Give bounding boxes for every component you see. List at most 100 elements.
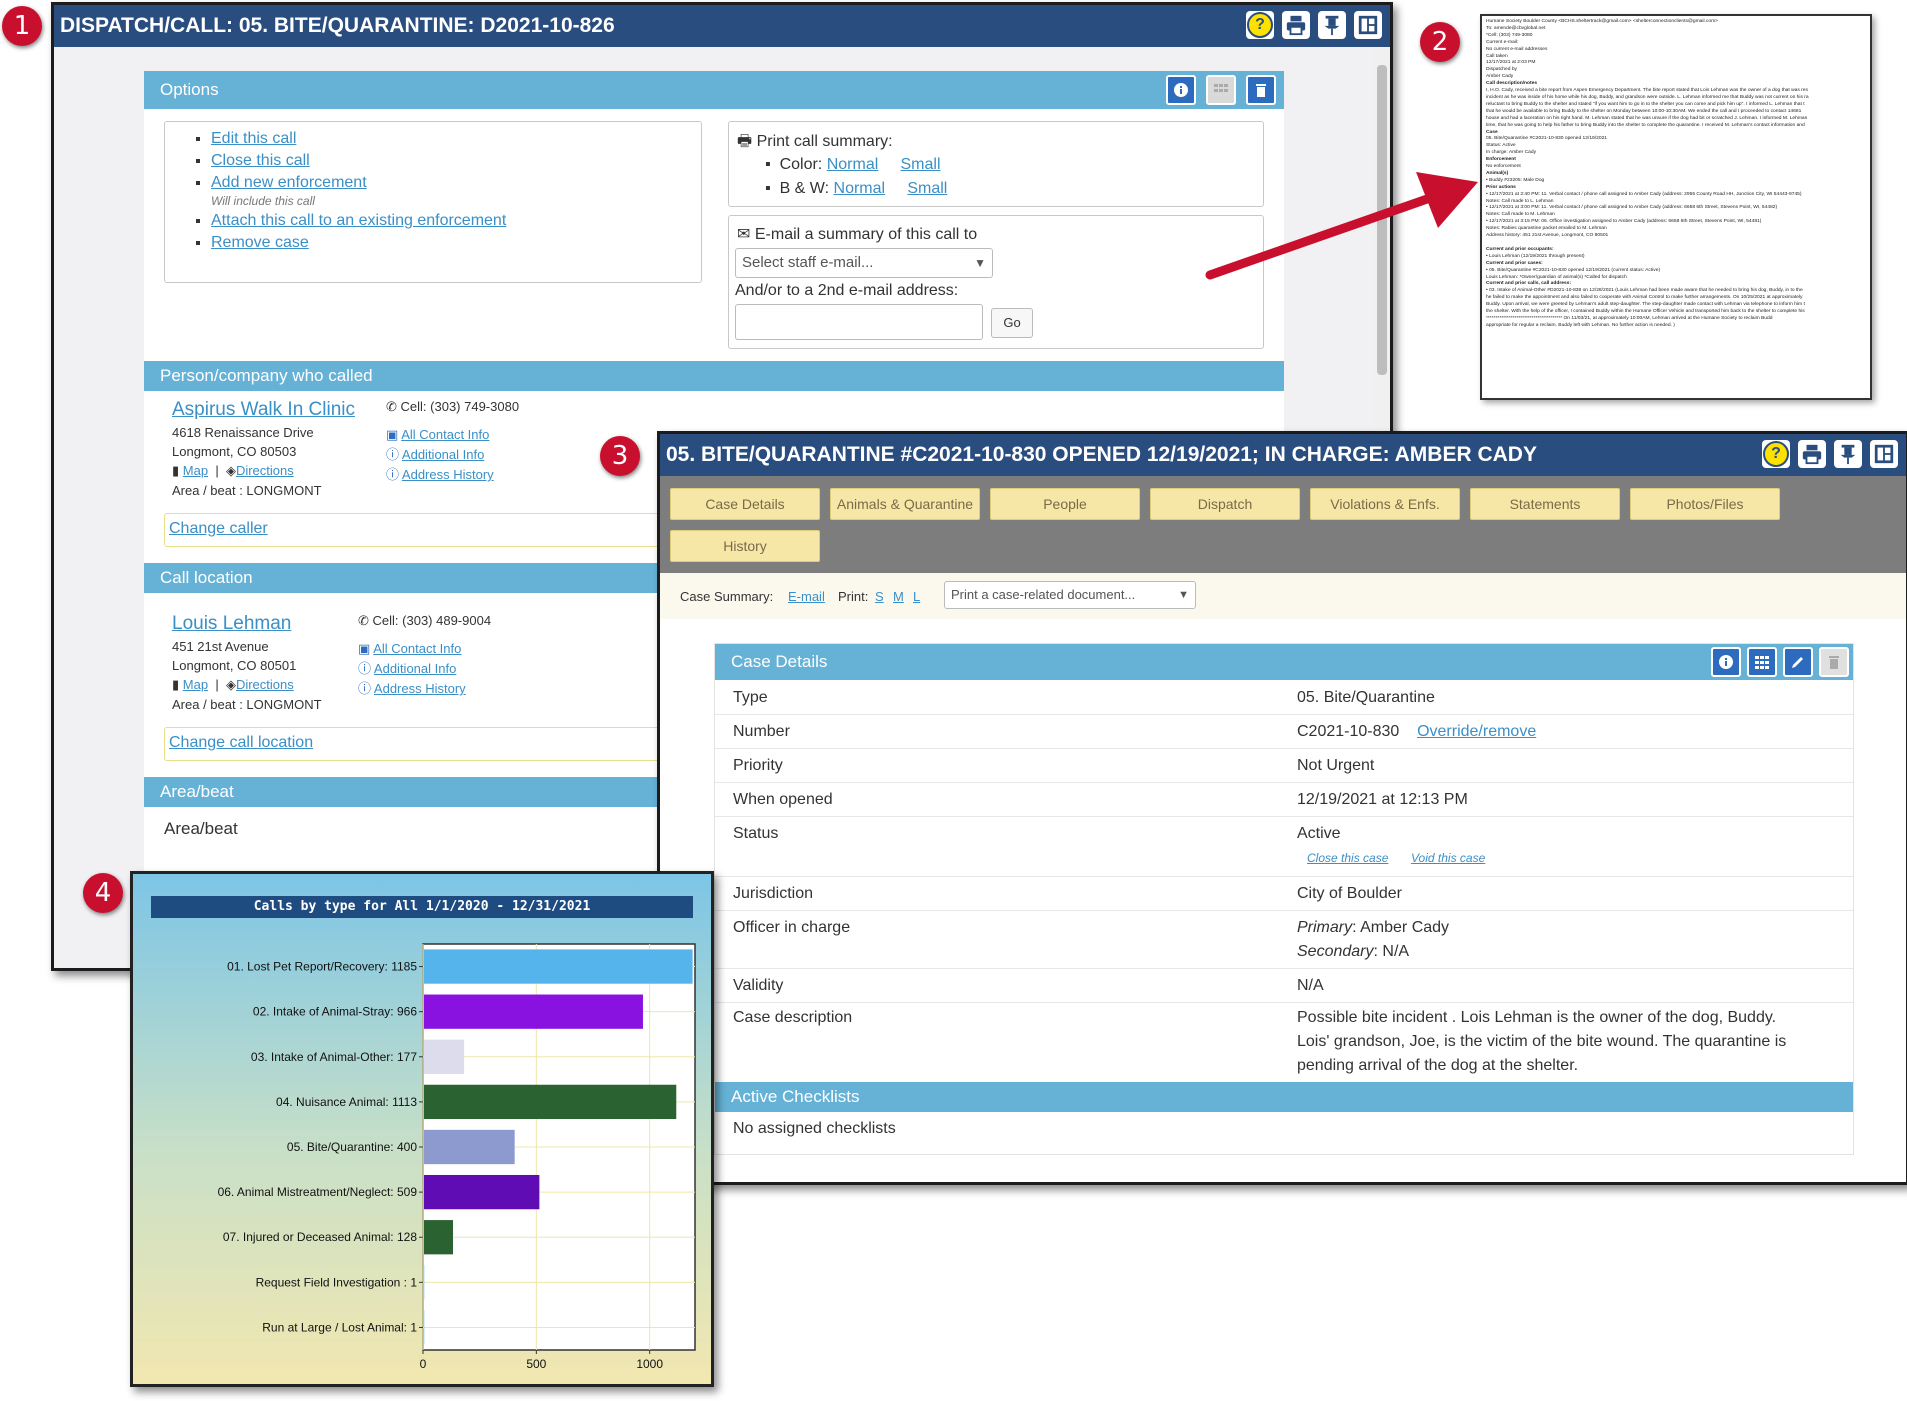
email-line: reluctant to bring Buddy to the shelter …: [1486, 101, 1805, 107]
location-map-link[interactable]: Map: [183, 677, 208, 692]
pin-icon: [1840, 444, 1856, 465]
grid-button[interactable]: [1206, 75, 1236, 105]
row-priority-value: Not Urgent: [1297, 757, 1375, 774]
case-summary-row: Case Summary: E-mail Print: S M L Print …: [660, 573, 1906, 619]
row-description-key: Case description: [733, 1009, 853, 1026]
location-additional-info[interactable]: ⓘ Additional Info: [358, 659, 466, 679]
printer-icon: 🖶: [737, 133, 753, 150]
row-officer-secondary: Secondary: N/A: [1297, 943, 1410, 960]
email-summary-box: ✉ E-mail a summary of this call to Selec…: [728, 215, 1264, 349]
row-validity: Validity N/A: [715, 968, 1853, 1003]
layout-button[interactable]: [1354, 11, 1382, 39]
caller-all-contact-info[interactable]: ▣ All Contact Info: [386, 425, 494, 445]
info-icon: [1174, 83, 1188, 97]
tab-dispatch[interactable]: Dispatch: [1150, 488, 1300, 520]
print-button[interactable]: [1282, 11, 1310, 39]
info-icon: ⓘ: [386, 467, 400, 482]
option-remove-case[interactable]: Remove case: [211, 234, 701, 252]
tab-violations[interactable]: Violations & Enfs.: [1310, 488, 1460, 520]
option-close-call[interactable]: Close this call: [211, 152, 701, 170]
x-tick-label: 0: [420, 1357, 427, 1371]
case-print-m[interactable]: M: [893, 589, 904, 604]
email-line: Humane Society Boulder County <BCHS.shel…: [1486, 19, 1719, 24]
checklists-value: No assigned checklists: [733, 1120, 896, 1137]
row-validity-key: Validity: [733, 977, 784, 994]
change-caller-box[interactable]: Change caller: [164, 513, 686, 547]
delete-button[interactable]: [1819, 647, 1849, 677]
caller-additional-info[interactable]: ⓘ Additional Info: [386, 445, 494, 465]
change-location-link[interactable]: Change call location: [169, 734, 313, 752]
staff-email-select[interactable]: Select staff e-mail... ▼: [735, 248, 993, 278]
help-icon: ?: [1763, 441, 1789, 467]
tab-case-details[interactable]: Case Details: [670, 488, 820, 520]
row-status: Status Active Close this case Void this …: [715, 816, 1853, 877]
layout-button[interactable]: [1870, 440, 1898, 468]
print-color-row: ▪ Color: Normal Small: [765, 156, 941, 173]
close-case-link[interactable]: Close this case: [1307, 851, 1388, 865]
grid-button[interactable]: [1747, 647, 1777, 677]
caller-map-link[interactable]: Map: [183, 463, 208, 478]
row-officer: Officer in charge Primary: Amber Cady Se…: [715, 910, 1853, 969]
case-titlebar: 05. BITE/QUARANTINE #C2021-10-830 OPENED…: [660, 434, 1906, 476]
help-button[interactable]: ?: [1762, 440, 1790, 468]
print-color-normal[interactable]: Normal: [827, 156, 879, 173]
pin-icon: [1324, 15, 1340, 36]
row-status-value: Active: [1297, 825, 1341, 842]
print-button[interactable]: [1798, 440, 1826, 468]
email-line: Dispatched by: [1486, 67, 1517, 73]
case-print-l[interactable]: L: [913, 589, 920, 604]
location-address-history[interactable]: ⓘ Address History: [358, 679, 466, 699]
second-email-input[interactable]: [735, 304, 983, 340]
print-bw-small[interactable]: Small: [907, 180, 947, 197]
print-bw-row: ▪ B & W: Normal Small: [765, 180, 948, 197]
tab-statements[interactable]: Statements: [1470, 488, 1620, 520]
pin-button[interactable]: [1318, 11, 1346, 39]
print-bw-normal[interactable]: Normal: [834, 180, 886, 197]
override-remove-link[interactable]: Override/remove: [1417, 723, 1536, 740]
info-button[interactable]: [1711, 647, 1741, 677]
delete-button[interactable]: [1246, 75, 1276, 105]
tab-history[interactable]: History: [670, 530, 820, 562]
case-window: 05. BITE/QUARANTINE #C2021-10-830 OPENED…: [657, 431, 1907, 1185]
tab-photos-files[interactable]: Photos/Files: [1630, 488, 1780, 520]
case-print-s[interactable]: S: [875, 589, 884, 604]
grid-layout-icon: [1874, 444, 1894, 464]
pin-button[interactable]: [1834, 440, 1862, 468]
tab-animals-quarantine[interactable]: Animals & Quarantine: [830, 488, 980, 520]
row-jurisdiction-value: City of Boulder: [1297, 885, 1402, 902]
email-line: Enforcement: [1486, 157, 1516, 163]
tab-people[interactable]: People: [990, 488, 1140, 520]
info-icon: [1719, 655, 1733, 669]
option-edit-call[interactable]: Edit this call: [211, 130, 701, 148]
option-attach-enforcement[interactable]: Attach this call to an existing enforcem…: [211, 212, 701, 230]
info-button[interactable]: [1166, 75, 1196, 105]
bar: [424, 994, 643, 1029]
void-case-link[interactable]: Void this case: [1411, 851, 1485, 865]
caller-links: ▣ All Contact Info ⓘ Additional Info ⓘ A…: [386, 425, 494, 485]
callout-badge-2: 2: [1420, 22, 1460, 62]
email-go-button[interactable]: Go: [991, 308, 1033, 338]
email-line: Address history: 451 21st Avenue, Longmo…: [1486, 233, 1609, 239]
case-document-select[interactable]: Print a case-related document... ▼: [944, 581, 1196, 609]
case-summary-email[interactable]: E-mail: [788, 589, 825, 604]
option-add-enforcement[interactable]: Add new enforcement Will include this ca…: [211, 174, 701, 208]
row-number-value: C2021-10-830 Override/remove: [1297, 723, 1537, 740]
email-document-text: Humane Society Boulder County <BCHS.shel…: [1482, 16, 1870, 333]
help-button[interactable]: ?: [1246, 11, 1274, 39]
print-color-small[interactable]: Small: [901, 156, 941, 173]
chevron-down-icon: ▼: [974, 256, 986, 270]
change-caller-link[interactable]: Change caller: [169, 520, 268, 538]
email-line: Status: Active: [1486, 143, 1516, 149]
printer-icon: [1286, 15, 1306, 36]
x-tick-label: 500: [526, 1357, 546, 1371]
caller-section-bar: Person/company who called: [144, 361, 1284, 391]
caller-address-history[interactable]: ⓘ Address History: [386, 465, 494, 485]
change-location-box[interactable]: Change call location: [164, 727, 686, 761]
y-tick-label: 05. Bite/Quarantine: 400: [287, 1140, 417, 1154]
caller-directions-link[interactable]: Directions: [236, 463, 294, 478]
location-all-contact-info[interactable]: ▣ All Contact Info: [358, 639, 466, 659]
edit-button[interactable]: [1783, 647, 1813, 677]
email-line: Amber Cady: [1486, 74, 1514, 80]
case-details-panel: Case Details Type 05. Bite/Quarantine Nu…: [714, 643, 1854, 1155]
location-directions-link[interactable]: Directions: [236, 677, 294, 692]
